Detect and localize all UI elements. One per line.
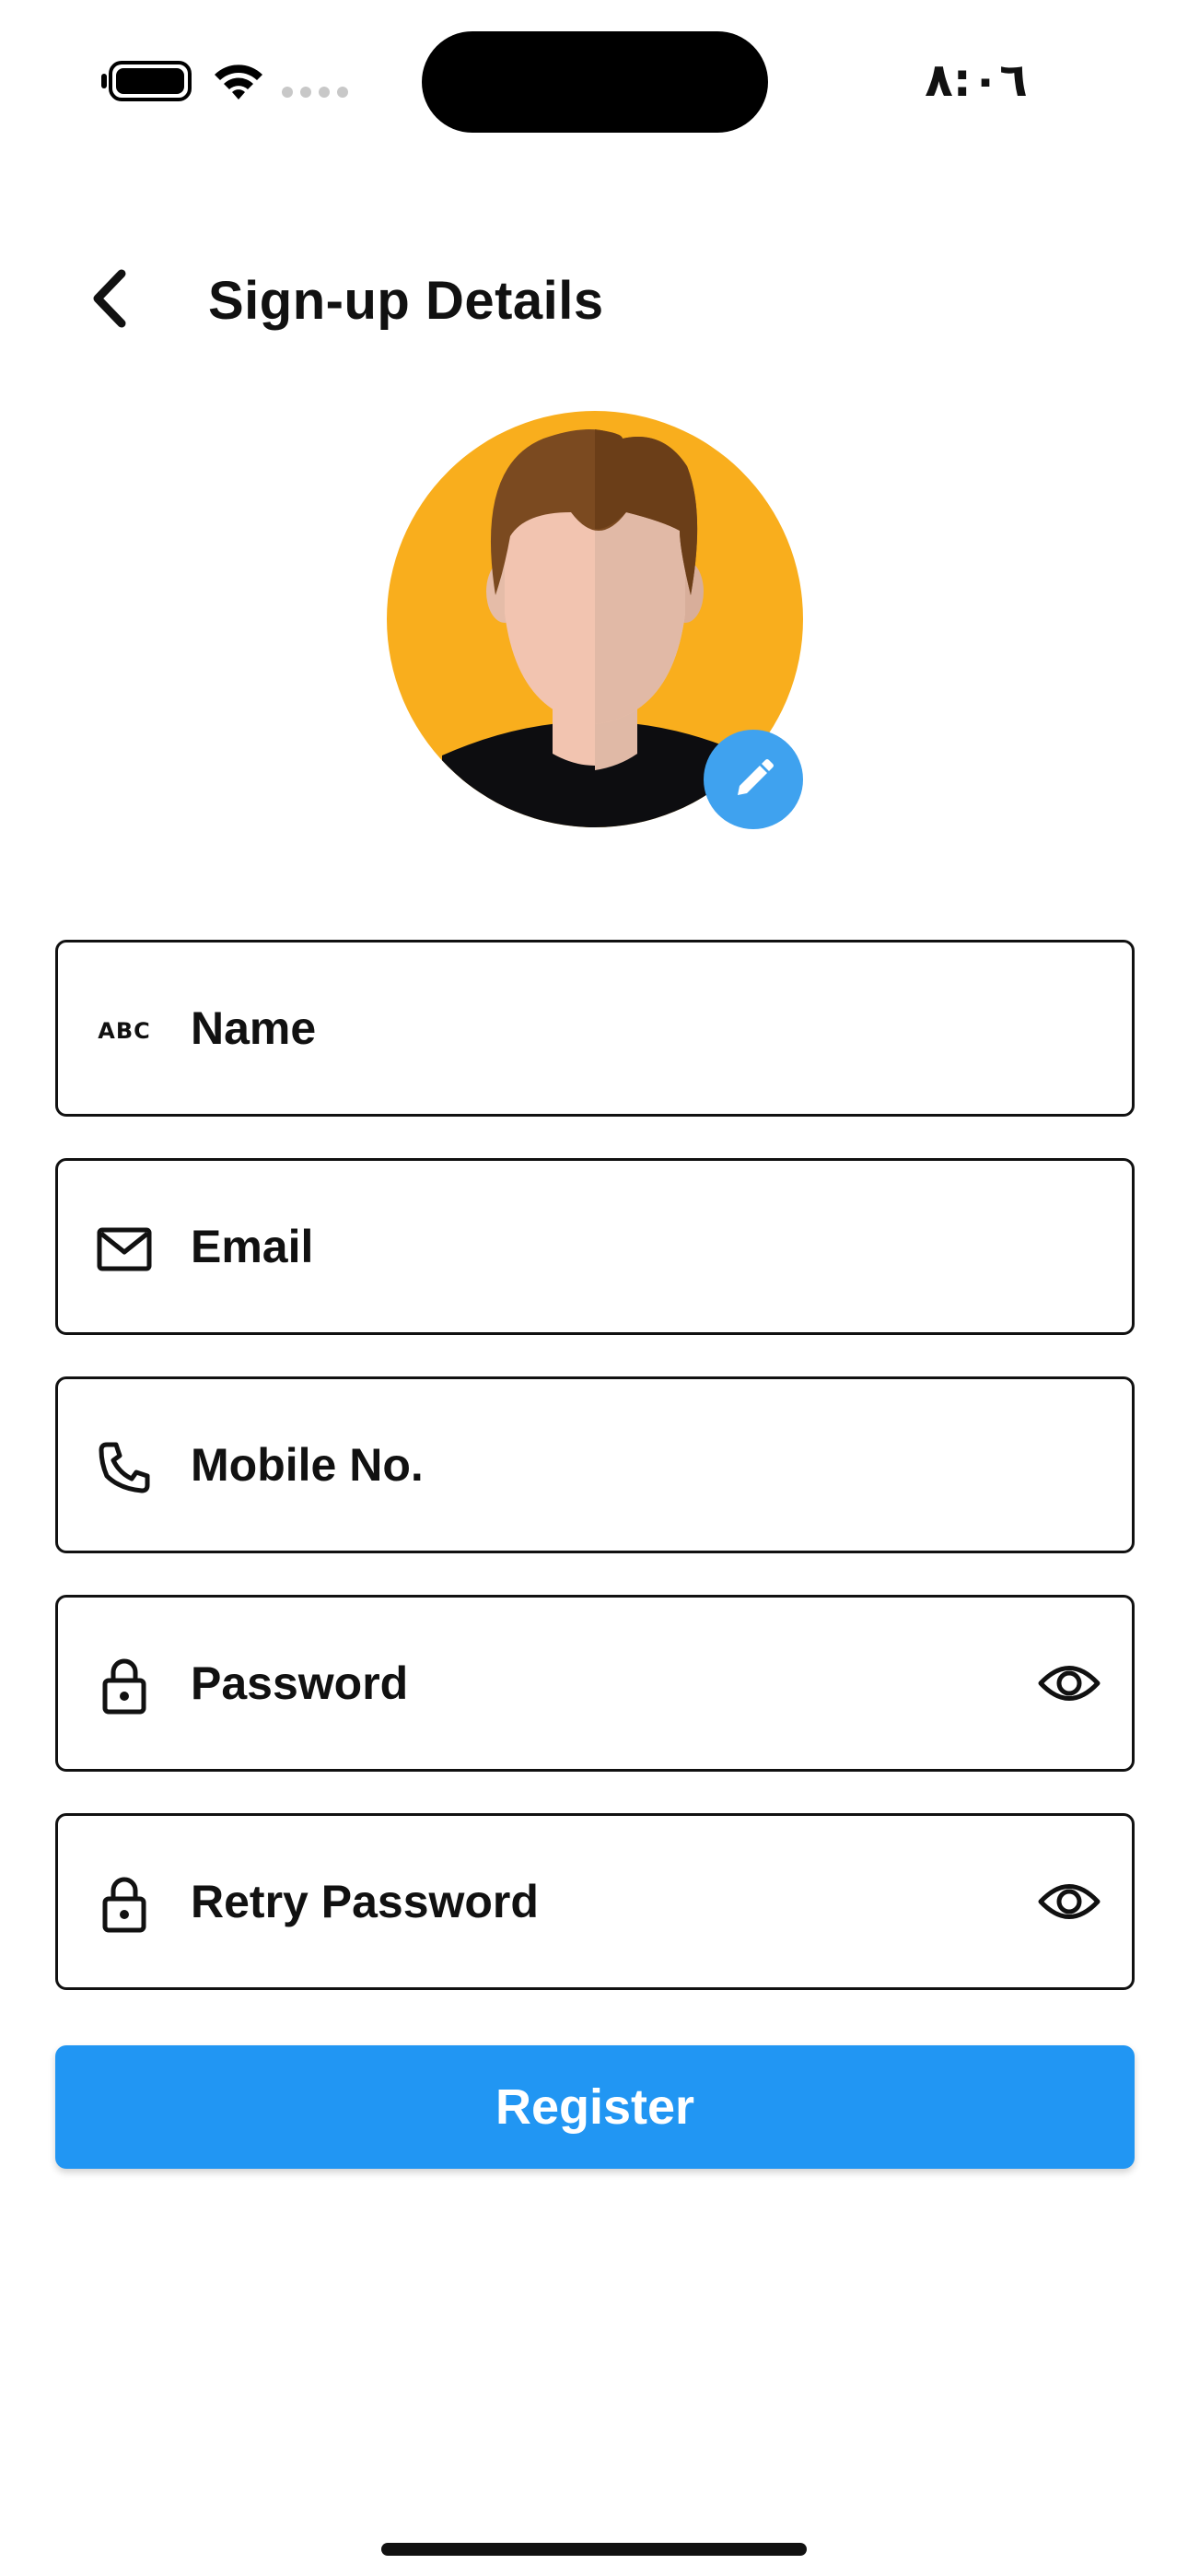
mail-icon [93, 1218, 156, 1281]
home-indicator[interactable] [381, 2543, 807, 2556]
register-button[interactable]: Register [55, 2045, 1135, 2169]
page-title: Sign-up Details [208, 271, 604, 331]
status-time: ٨:٠٦ [925, 53, 1028, 107]
email-input[interactable] [191, 1161, 1019, 1332]
battery-icon [109, 61, 192, 101]
password-input[interactable] [191, 1598, 1019, 1769]
status-bar: ٨:٠٦ [0, 0, 1188, 157]
eye-icon[interactable] [1034, 1869, 1104, 1934]
lock-icon [93, 1655, 156, 1717]
phone-icon [93, 1436, 156, 1499]
back-button[interactable] [72, 260, 149, 337]
mobile-field[interactable] [55, 1376, 1135, 1553]
retry-password-field[interactable] [55, 1813, 1135, 1990]
name-input[interactable] [191, 943, 1019, 1114]
abc-icon: ABC [98, 1018, 151, 1044]
wifi-icon [210, 57, 267, 103]
signup-screen: ٨:٠٦ Sign-up Details ABC Name Email Mobi… [0, 0, 1188, 2576]
retry-password-input[interactable] [191, 1816, 1019, 1987]
edit-avatar-button[interactable] [704, 730, 803, 829]
name-field[interactable]: ABC [55, 940, 1135, 1117]
lock-icon [93, 1873, 156, 1936]
chevron-left-icon [93, 269, 126, 328]
dynamic-island [422, 31, 768, 133]
pencil-icon [738, 759, 774, 795]
cellular-dots-icon [282, 87, 348, 98]
email-field[interactable] [55, 1158, 1135, 1335]
battery-cap [101, 74, 107, 88]
password-field[interactable] [55, 1595, 1135, 1772]
eye-icon[interactable] [1034, 1651, 1104, 1715]
mobile-input[interactable] [191, 1379, 1019, 1551]
